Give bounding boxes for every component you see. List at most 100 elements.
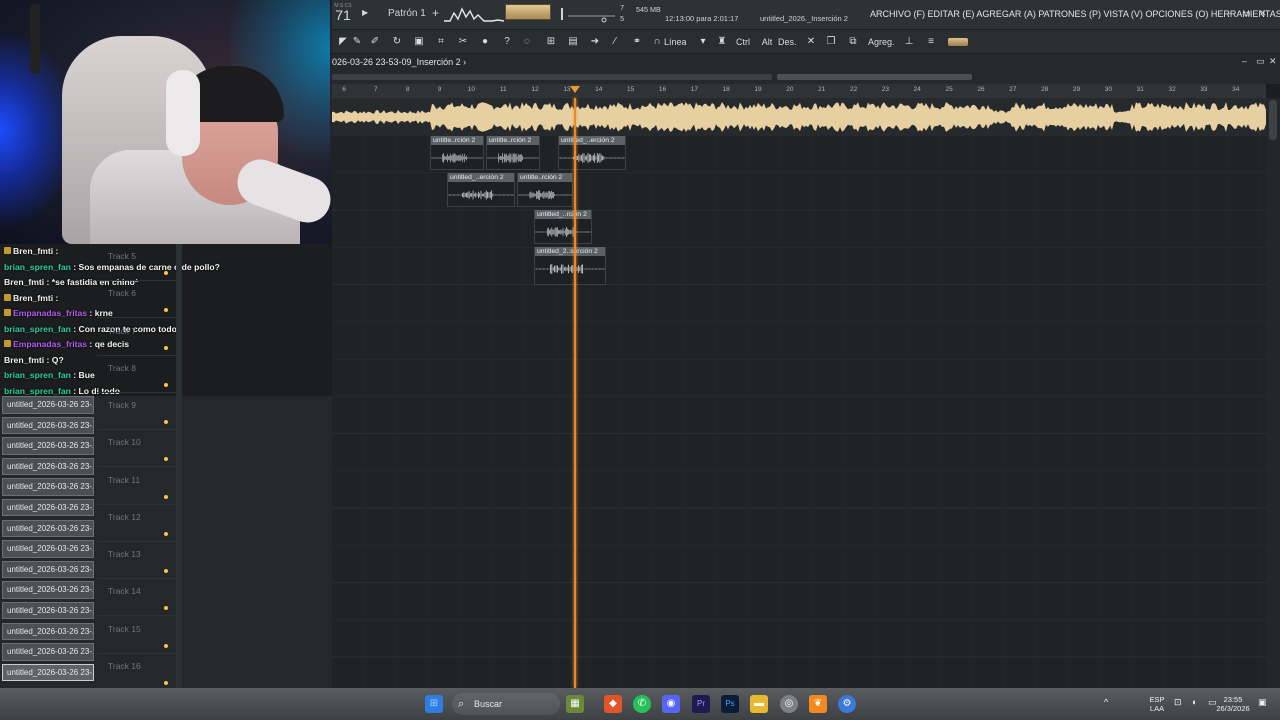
folder-icon[interactable]: ▬ — [750, 695, 768, 713]
language-indicator[interactable]: ESP LAA — [1146, 695, 1168, 713]
track-header[interactable]: Track 11 — [97, 468, 177, 505]
clip-list-item[interactable]: untitled_2026-03-26 23-... — [2, 416, 94, 435]
track-header[interactable]: Track 6 — [97, 281, 177, 319]
audio-clip[interactable]: untitled_..erción 2 — [447, 173, 515, 207]
clip-list-item[interactable]: untitled_2026-03-26 23-... — [2, 601, 94, 620]
track-mute-led[interactable] — [164, 569, 168, 573]
paint-tool-icon[interactable]: ✐ — [368, 34, 382, 50]
playlist-maximize-button[interactable]: ▭ — [1256, 56, 1265, 67]
vertical-scrollbar[interactable] — [1266, 98, 1280, 688]
audio-clip[interactable]: untitle..rción 2 — [486, 136, 540, 170]
ctrl-key-label[interactable]: Ctrl — [736, 34, 750, 50]
clip-list-item[interactable]: untitled_2026-03-26 23-... — [2, 622, 94, 641]
track-mute-led[interactable] — [164, 382, 168, 387]
snap-line-label[interactable]: Línea — [664, 34, 687, 50]
app-thumbnail-icon[interactable]: ▦ — [566, 695, 584, 713]
arrow-right-icon[interactable]: ➜ — [588, 34, 602, 50]
clip-list-item[interactable]: untitled_2026-03-26 23-... — [2, 540, 94, 558]
tempo-display[interactable]: M:S:CS 71 — [332, 3, 354, 23]
track-header[interactable]: Track 13 — [97, 542, 177, 579]
menu-arrow-icon[interactable]: ◤ — [336, 34, 350, 50]
network-icon[interactable]: ⊡ — [1174, 698, 1182, 707]
copy-icon[interactable]: ❐ — [824, 34, 838, 50]
audio-clip[interactable]: untitle..rción 2 — [517, 173, 573, 207]
playlist-minimize-button[interactable]: – — [1242, 56, 1247, 66]
audio-clip[interactable]: untitled_2..serción 2 — [534, 247, 606, 285]
fl-studio-icon[interactable]: ❦ — [809, 695, 827, 713]
snap-icon[interactable]: ⌗ — [434, 34, 448, 50]
main-menu[interactable]: ARCHIVO (F) EDITAR (E) AGREGAR (A) PATRO… — [870, 9, 1280, 19]
track-header[interactable]: Track 16 — [97, 654, 177, 691]
draw-tool-icon[interactable]: ✎ — [350, 34, 364, 50]
clock[interactable]: 23:55 26/3/2026 — [1212, 695, 1254, 713]
clip-list-item[interactable]: untitled_2026-03-26 23-... — [2, 478, 94, 496]
track-header[interactable]: Track 9 — [97, 393, 177, 430]
volume-icon[interactable]: ◖ — [1191, 698, 1196, 707]
play-icon[interactable]: ▶ — [362, 8, 368, 17]
premiere-icon[interactable]: Pr — [692, 695, 710, 713]
track-header[interactable]: Track 12 — [97, 505, 177, 542]
maximize-button[interactable]: ▭ — [1242, 8, 1251, 19]
track-mute-led[interactable] — [164, 643, 168, 648]
audio-clip[interactable]: untitled_..erción 2 — [558, 136, 626, 170]
track-mute-led[interactable] — [164, 271, 168, 275]
taskbar-search[interactable]: ⌕ Buscar — [452, 693, 560, 715]
horizontal-scrollbar[interactable] — [332, 70, 1280, 84]
clip-list-item[interactable]: untitled_2026-03-26 23-... — [2, 437, 94, 455]
audio-clip-label[interactable]: untitle..rción 2 — [518, 173, 572, 182]
clip-list-item[interactable]: untitled_2026-03-26 23-... — [2, 560, 94, 579]
notification-icon[interactable]: ▣ — [1258, 698, 1267, 707]
audio-clip-label[interactable]: untitle..rción 2 — [487, 136, 539, 145]
track-header-divider[interactable] — [176, 244, 182, 688]
save-icon[interactable]: ▣ — [412, 34, 426, 50]
clip-list-item[interactable]: untitled_2026-03-26 23-... — [2, 498, 94, 517]
breadcrumb-arrow-icon[interactable]: › — [463, 57, 466, 67]
audio-clip[interactable]: untitled_..rción 2 — [534, 210, 592, 244]
clip-list-item[interactable]: untitled_2026-03-26 23-... — [2, 519, 94, 538]
audio-clip-label[interactable]: untitled_..erción 2 — [559, 136, 625, 145]
pattern-selector[interactable]: Patrón 1 — [388, 8, 426, 19]
audio-clip-label[interactable]: untitled_..erción 2 — [448, 173, 514, 182]
audio-clip-label[interactable]: untitle..rción 2 — [431, 136, 483, 145]
playlist-close-button[interactable]: ✕ — [1269, 56, 1277, 67]
audio-clip[interactable]: untitle..rción 2 — [430, 136, 484, 170]
magnet-icon[interactable]: ∩ — [650, 34, 664, 50]
clip-list-item[interactable]: untitled_2026-03-26 23-... — [2, 396, 94, 414]
clip-list-item[interactable]: untitled_2026-03-26 23-... — [2, 457, 94, 476]
help-icon[interactable]: ? — [500, 34, 514, 50]
undo-label[interactable]: Des. — [778, 34, 797, 50]
scrollbar-thumb[interactable] — [777, 74, 972, 80]
track-mute-led[interactable] — [164, 457, 168, 462]
playhead-marker[interactable] — [570, 86, 580, 93]
waveform-preview[interactable] — [948, 38, 968, 46]
close-button[interactable]: ✕ — [1259, 8, 1267, 19]
clip-list-item[interactable]: untitled_2026-03-26 23-... — [2, 663, 94, 682]
track-header[interactable]: Track 15 — [97, 617, 177, 654]
clip-list-item[interactable]: untitled_2026-03-26 23-... — [2, 643, 94, 661]
timeline-ruler[interactable]: 6 7 8 9 10 11 12 13 14 15 16 17 18 19 20 21 22 23 24 25 26 27… — [332, 84, 1266, 98]
clip-list-item[interactable]: untitled_2026-03-26 23-... — [2, 581, 94, 599]
track-mute-led[interactable] — [164, 420, 168, 424]
track-mute-led[interactable] — [164, 531, 168, 536]
master-volume-meter[interactable] — [505, 4, 551, 20]
add-label[interactable]: Agreg. — [868, 34, 895, 50]
photoshop-icon[interactable]: Ps — [721, 695, 739, 713]
track-mute-led[interactable] — [164, 308, 168, 313]
slice-icon[interactable]: ✂ — [456, 34, 470, 50]
track-header[interactable]: Track 14 — [97, 579, 177, 617]
track-header[interactable]: Track 5 — [97, 244, 177, 281]
track-mute-led[interactable] — [164, 494, 168, 499]
alt-key-label[interactable]: Alt — [760, 34, 774, 50]
start-icon[interactable]: ⊞ — [425, 695, 443, 713]
loop-icon[interactable]: ↻ — [390, 34, 404, 50]
track-mute-led[interactable] — [164, 680, 168, 685]
chevron-down-icon[interactable]: ▾ — [696, 34, 710, 50]
piano-icon[interactable]: ▤ — [566, 34, 580, 50]
cut-icon[interactable]: ✕ — [804, 34, 818, 50]
stamp-icon[interactable]: ♜ — [715, 34, 729, 50]
vertical-scrollbar-thumb[interactable] — [1269, 100, 1277, 140]
audio-clip-label[interactable]: untitled_2..serción 2 — [535, 247, 605, 256]
brave-icon[interactable]: ◆ — [604, 695, 622, 713]
track-mute-led[interactable] — [164, 345, 168, 350]
record-mic-icon[interactable]: ● — [478, 34, 492, 50]
